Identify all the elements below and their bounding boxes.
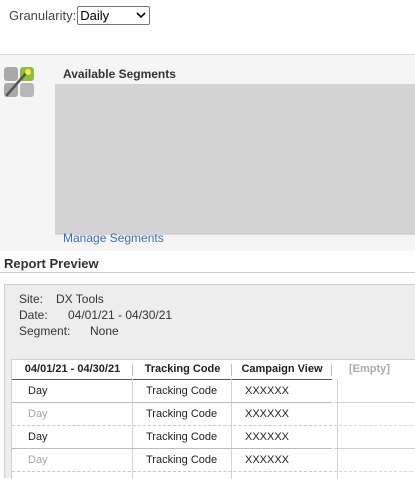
cell-granularity: Day — [28, 385, 48, 397]
table-header-date-range: 04/01/21 - 04/30/21 — [12, 360, 133, 380]
cell-tracking-code: Tracking Code — [146, 408, 218, 420]
date-label: Date: — [19, 308, 48, 322]
cell-tracking-code: Tracking Code — [146, 431, 218, 443]
granularity-label: Granularity: — [9, 7, 77, 23]
cell-campaign-view: XXXXXX — [245, 408, 290, 420]
site-value: DX Tools — [56, 292, 104, 306]
chevron-down-icon — [136, 11, 146, 18]
table-header-empty: [Empty] — [349, 363, 390, 375]
segment-label: Segment: — [19, 324, 71, 338]
table-row: Day Tracking Code XXXXXX — [12, 426, 415, 449]
cell-campaign-view: XXXXXX — [245, 385, 290, 397]
report-preview-title: Report Preview — [4, 256, 99, 271]
available-segments-title: Available Segments — [63, 67, 176, 81]
cell-campaign-view: XXXXXX — [245, 454, 290, 466]
table-header-campaign-view: Campaign View — [232, 360, 332, 380]
table-header-tracking-code: Tracking Code — [133, 360, 232, 380]
segments-list[interactable] — [55, 84, 415, 235]
granularity-row: Granularity: Daily — [9, 5, 151, 25]
date-row: Date: 04/01/21 - 04/30/21 — [19, 308, 172, 322]
segments-panel: Available Segments Manage Segments — [0, 54, 415, 251]
manage-segments-link[interactable]: Manage Segments — [63, 231, 164, 245]
granularity-selected-value: Daily — [80, 7, 110, 23]
date-value: 04/01/21 - 04/30/21 — [68, 308, 173, 322]
segments-icon — [4, 67, 34, 97]
segment-row: Segment: None — [19, 324, 119, 338]
site-row: Site: DX Tools — [19, 292, 104, 306]
segment-value: None — [90, 324, 119, 338]
cell-campaign-view: XXXXXX — [245, 431, 290, 443]
granularity-select[interactable]: Daily — [77, 5, 151, 25]
cell-granularity: Day — [28, 454, 48, 466]
site-label: Site: — [19, 292, 44, 306]
report-preview-panel: Site: DX Tools Date: 04/01/21 - 04/30/21… — [4, 284, 415, 479]
report-preview-table: 04/01/21 - 04/30/21 Tracking Code Campai… — [11, 359, 415, 479]
cell-granularity: Day — [28, 431, 48, 443]
table-row: Day Tracking Code XXXXXX — [12, 380, 415, 403]
divider — [0, 272, 415, 273]
table-row: Day Tracking Code XXXXXX — [12, 449, 415, 472]
cell-granularity: Day — [28, 408, 48, 420]
table-row: Day Tracking Code XXXXXX — [12, 403, 415, 426]
cell-tracking-code: Tracking Code — [146, 454, 218, 466]
cell-tracking-code: Tracking Code — [146, 385, 218, 397]
